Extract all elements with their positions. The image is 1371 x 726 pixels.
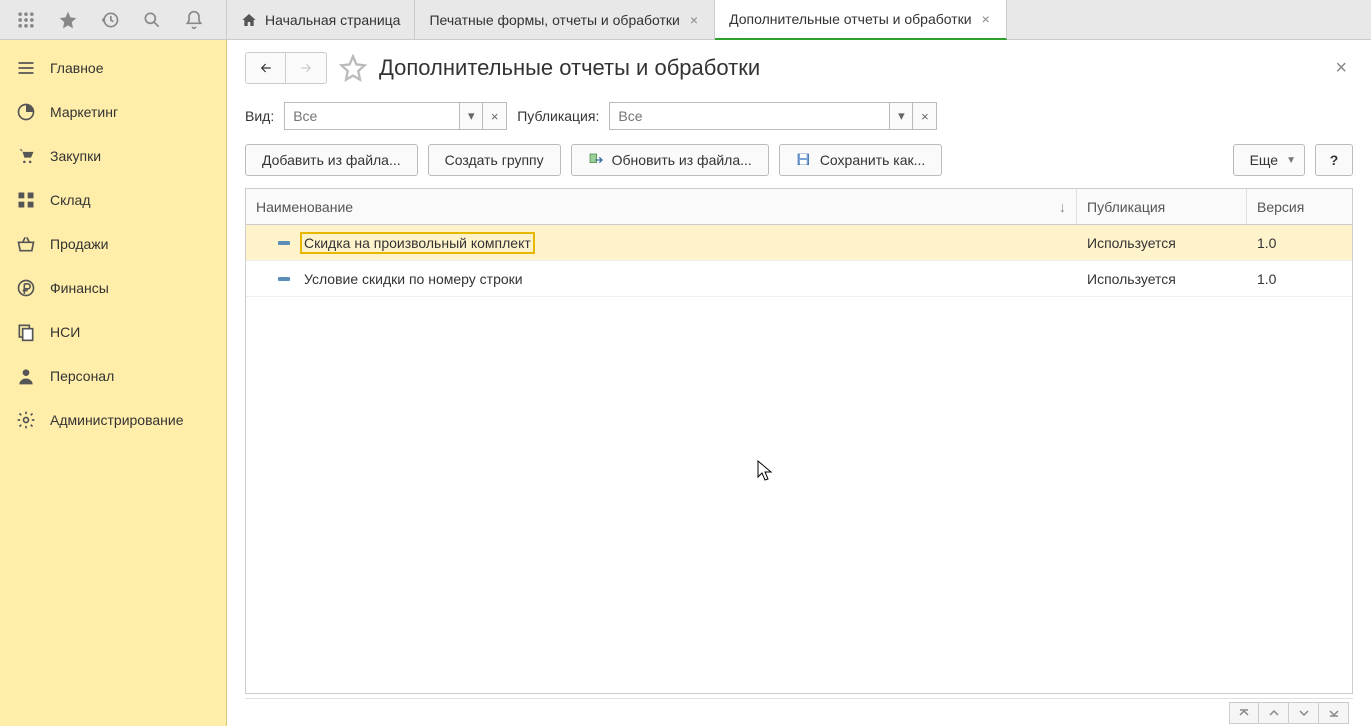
title-row: Дополнительные отчеты и обработки × (245, 52, 1353, 84)
gear-icon (16, 410, 36, 430)
sidebar-item-label: Маркетинг (50, 104, 118, 120)
cell-version: 1.0 (1257, 235, 1276, 251)
update-from-file-button[interactable]: Обновить из файла... (571, 144, 769, 176)
filter-pub-combo: ▾ × (609, 102, 937, 130)
grid-body: Скидка на произвольный комплект Использу… (246, 225, 1352, 693)
chevron-down-icon[interactable]: ▾ (459, 102, 483, 130)
filter-pub-label: Публикация: (517, 108, 599, 124)
row-marker-icon (278, 241, 290, 245)
basket-icon (16, 234, 36, 254)
main-content: Дополнительные отчеты и обработки × Вид:… (227, 40, 1371, 726)
tab-print-forms-label: Печатные формы, отчеты и обработки (429, 12, 679, 28)
sort-down-icon: ↓ (1059, 199, 1066, 215)
add-from-file-button[interactable]: Добавить из файла... (245, 144, 418, 176)
cell-publication: Используется (1087, 235, 1176, 251)
scroll-bottom-button[interactable] (1319, 702, 1349, 724)
piechart-icon (16, 102, 36, 122)
sidebar-item-label: Финансы (50, 280, 109, 296)
tab-additional-label: Дополнительные отчеты и обработки (729, 11, 972, 27)
row-marker-icon (278, 277, 290, 281)
actions-row: Добавить из файла... Создать группу Обно… (245, 144, 1353, 176)
sidebar-item-label: Администрирование (50, 412, 184, 428)
sidebar-item-main[interactable]: Главное (0, 46, 226, 90)
sidebar-item-label: Главное (50, 60, 104, 76)
filter-type-label: Вид: (245, 108, 274, 124)
column-header-name[interactable]: Наименование ↓ (246, 189, 1077, 224)
sidebar: Главное Маркетинг Закупки Склад Продажи … (0, 40, 227, 726)
top-toolbar: Начальная страница Печатные формы, отчет… (0, 0, 1371, 40)
sidebar-item-label: НСИ (50, 324, 80, 340)
back-button[interactable] (246, 53, 286, 83)
nav-buttons (245, 52, 327, 84)
table-row[interactable]: Скидка на произвольный комплект Использу… (246, 225, 1352, 261)
create-group-button[interactable]: Создать группу (428, 144, 561, 176)
sidebar-item-nsi[interactable]: НСИ (0, 310, 226, 354)
sidebar-item-label: Закупки (50, 148, 101, 164)
sidebar-item-marketing[interactable]: Маркетинг (0, 90, 226, 134)
filter-type-combo: ▾ × (284, 102, 507, 130)
star-icon[interactable] (48, 0, 88, 40)
clear-filter-button[interactable]: × (483, 102, 507, 130)
favorite-star-icon[interactable] (339, 54, 367, 82)
tab-home-label: Начальная страница (265, 12, 400, 28)
sidebar-item-sales[interactable]: Продажи (0, 222, 226, 266)
menu-icon (16, 58, 36, 78)
close-icon[interactable]: × (980, 11, 992, 27)
close-icon[interactable]: × (688, 12, 700, 28)
data-grid: Наименование ↓ Публикация Версия Скидк (245, 188, 1353, 694)
chevron-down-icon[interactable]: ▾ (889, 102, 913, 130)
save-as-button[interactable]: Сохранить как... (779, 144, 942, 176)
copy-icon (16, 322, 36, 342)
cart-icon (16, 146, 36, 166)
grid-footer-controls (245, 698, 1353, 726)
sidebar-item-personnel[interactable]: Персонал (0, 354, 226, 398)
sidebar-item-warehouse[interactable]: Склад (0, 178, 226, 222)
scroll-up-button[interactable] (1259, 702, 1289, 724)
close-page-button[interactable]: × (1329, 57, 1353, 80)
tab-additional-reports[interactable]: Дополнительные отчеты и обработки × (715, 0, 1007, 40)
sidebar-item-finance[interactable]: Финансы (0, 266, 226, 310)
grid-icon (16, 190, 36, 210)
filter-pub-input[interactable] (609, 102, 889, 130)
sidebar-item-label: Продажи (50, 236, 108, 252)
history-icon[interactable] (90, 0, 130, 40)
search-icon[interactable] (132, 0, 172, 40)
top-icon-bar (0, 0, 227, 39)
grid-header: Наименование ↓ Публикация Версия (246, 189, 1352, 225)
column-header-publication[interactable]: Публикация (1077, 189, 1247, 224)
filters-row: Вид: ▾ × Публикация: ▾ × (245, 102, 1353, 130)
help-button[interactable]: ? (1315, 144, 1353, 176)
cell-version: 1.0 (1257, 271, 1276, 287)
bell-icon[interactable] (174, 0, 214, 40)
tab-print-forms[interactable]: Печатные формы, отчеты и обработки × (415, 0, 715, 39)
clear-filter-button[interactable]: × (913, 102, 937, 130)
filter-type-input[interactable] (284, 102, 459, 130)
scroll-top-button[interactable] (1229, 702, 1259, 724)
apps-icon[interactable] (6, 0, 46, 40)
sidebar-item-admin[interactable]: Администрирование (0, 398, 226, 442)
sidebar-item-label: Склад (50, 192, 91, 208)
scroll-down-button[interactable] (1289, 702, 1319, 724)
column-header-version[interactable]: Версия (1247, 189, 1352, 224)
ruble-icon (16, 278, 36, 298)
tab-home[interactable]: Начальная страница (227, 0, 415, 39)
cell-publication: Используется (1087, 271, 1176, 287)
table-row[interactable]: Условие скидки по номеру строки Использу… (246, 261, 1352, 297)
person-icon (16, 366, 36, 386)
more-button[interactable]: Еще▼ (1233, 144, 1305, 176)
sidebar-item-purchases[interactable]: Закупки (0, 134, 226, 178)
tabs: Начальная страница Печатные формы, отчет… (227, 0, 1007, 39)
cell-name: Скидка на произвольный комплект (300, 232, 535, 254)
sidebar-item-label: Персонал (50, 368, 114, 384)
cell-name: Условие скидки по номеру строки (300, 268, 527, 290)
page-title: Дополнительные отчеты и обработки (379, 55, 760, 81)
forward-button[interactable] (286, 53, 326, 83)
